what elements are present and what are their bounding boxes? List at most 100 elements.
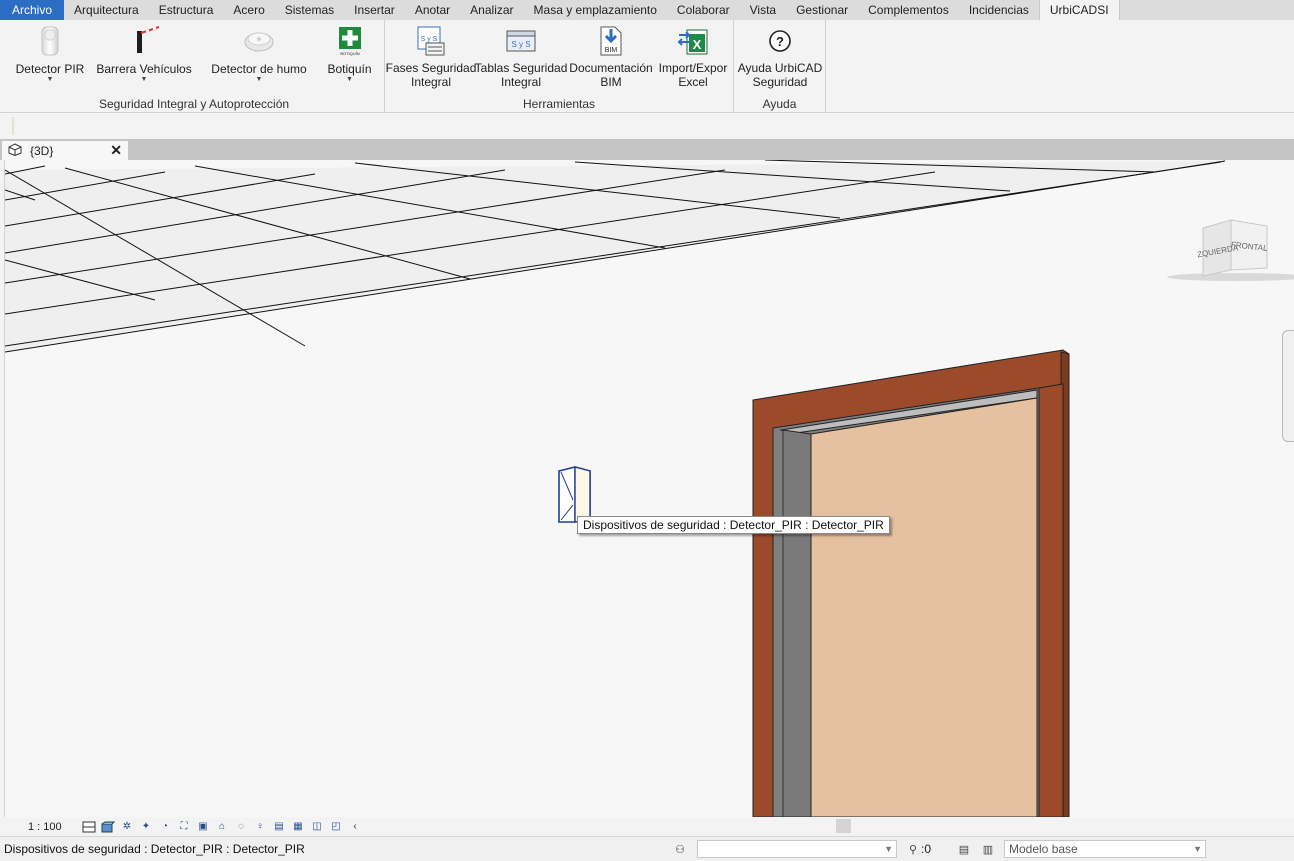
tab-sistemas[interactable]: Sistemas: [275, 0, 344, 20]
panel-title-ayuda: Ayuda: [762, 97, 797, 111]
dropdown-arrow-icon: ▼: [255, 76, 263, 83]
tablas-seguridad-button[interactable]: S y S Tablas Seguridad Integral: [474, 24, 568, 89]
highlight-displacement-icon[interactable]: ◰: [329, 820, 343, 833]
workset-dropdown[interactable]: ▼: [697, 840, 897, 858]
design-options-icon[interactable]: ▤: [956, 841, 972, 857]
detector-humo-button[interactable]: Detector de humo ▼: [204, 24, 314, 84]
crop-view-icon[interactable]: ⛶: [177, 820, 191, 833]
tab-masa-emplazamiento[interactable]: Masa y emplazamiento: [524, 0, 667, 20]
documentacion-bim-label-2: BIM: [600, 75, 622, 89]
show-crop-region-icon[interactable]: ▣: [196, 820, 210, 833]
tab-archivo[interactable]: Archivo: [0, 0, 65, 20]
sys-tables-icon: S y S: [504, 24, 538, 58]
fases-seguridad-button[interactable]: S y S Fases Seguridad Integral: [386, 24, 476, 89]
drawing-area[interactable]: Dispositivos de seguridad : Detector_PIR…: [4, 160, 1294, 817]
fases-seguridad-label-2: Integral: [410, 75, 452, 89]
3d-view-icon: [8, 142, 22, 159]
collapse-bar-icon[interactable]: ‹: [348, 820, 362, 833]
dropdown-arrow-icon: ▼: [46, 76, 54, 83]
tablas-seguridad-label-2: Integral: [500, 75, 542, 89]
tab-incidencias[interactable]: Incidencias: [959, 0, 1039, 20]
filter-count: :0: [921, 842, 932, 856]
botiquin-label: Botiquín: [327, 62, 372, 76]
ayuda-urbicad-label-2: Seguridad: [752, 75, 808, 89]
sun-path-icon[interactable]: ✲: [120, 820, 134, 833]
detector-pir-element[interactable]: [558, 466, 591, 523]
barrera-vehiculos-button[interactable]: Barrera Vehículos ▼: [96, 24, 192, 84]
3d-scene: [5, 160, 1294, 817]
dropdown-arrow-icon: ▼: [140, 76, 148, 83]
panel-title-herramientas: Herramientas: [522, 97, 596, 111]
detector-pir-label: Detector PIR: [15, 62, 85, 76]
svg-text:?: ?: [776, 34, 784, 49]
botiquin-button[interactable]: BOTIQUÍN Botiquín ▼: [322, 24, 377, 84]
tab-colaborar[interactable]: Colaborar: [667, 0, 740, 20]
door[interactable]: [752, 349, 1070, 817]
horizontal-scrollbar[interactable]: [836, 819, 851, 833]
design-option-value: Modelo base: [1009, 842, 1078, 856]
documentacion-bim-label-1: Documentación: [569, 61, 653, 75]
import-export-label-2: Excel: [678, 75, 708, 89]
panel-herramientas: S y S Fases Seguridad Integral S y S Tab…: [385, 20, 734, 113]
tab-anotar[interactable]: Anotar: [405, 0, 460, 20]
tablas-seguridad-label-1: Tablas Seguridad: [474, 61, 568, 75]
pir-sensor-icon: [33, 24, 67, 58]
worksets-icon[interactable]: ⚇: [672, 841, 688, 857]
tab-estructura[interactable]: Estructura: [149, 0, 224, 20]
tab-acero[interactable]: Acero: [223, 0, 274, 20]
view-tab-label: {3D}: [30, 143, 54, 158]
help-question-icon: ?: [763, 24, 797, 58]
barrera-vehiculos-label: Barrera Vehículos: [96, 62, 192, 76]
tab-vista[interactable]: Vista: [740, 0, 786, 20]
sys-icon-text: S y S: [511, 40, 530, 49]
detail-level-icon[interactable]: [82, 820, 96, 833]
view-tab-3d[interactable]: {3D} ✕: [2, 141, 128, 160]
smoke-detector-icon: [242, 24, 276, 58]
navigation-bar[interactable]: [1282, 330, 1294, 442]
dropdown-arrow-icon: ▼: [346, 76, 353, 83]
ayuda-urbicad-button[interactable]: ? Ayuda UrbiCAD Seguridad: [736, 24, 824, 89]
panel-title-seguridad: Seguridad Integral y Autoprotección: [98, 97, 290, 111]
bim-document-icon: BIM: [594, 24, 628, 58]
tab-gestionar[interactable]: Gestionar: [786, 0, 858, 20]
ceiling-grid: [5, 160, 1226, 353]
element-tooltip: Dispositivos de seguridad : Detector_PIR…: [577, 516, 890, 534]
tab-insertar[interactable]: Insertar: [344, 0, 405, 20]
worksharing-icon[interactable]: ▦: [291, 820, 305, 833]
detector-pir-button[interactable]: Detector PIR ▼: [14, 24, 86, 84]
visual-style-icon[interactable]: [101, 820, 115, 833]
ribbon-tab-bar: Archivo Arquitectura Estructura Acero Si…: [0, 0, 1294, 20]
view-control-bar: 1 : 100 ✲ ✦ ◔ ⛶ ▣ ⌂ ◌ ♀ ▤ ▦ ◫ ◰ ‹: [0, 817, 1294, 836]
options-bar: [0, 113, 1294, 139]
exclude-options-icon[interactable]: ▥: [980, 841, 996, 857]
reveal-hidden-icon[interactable]: ♀: [253, 820, 267, 833]
view-scale[interactable]: 1 : 100: [28, 821, 78, 833]
tab-analizar[interactable]: Analizar: [460, 0, 523, 20]
detector-humo-label: Detector de humo: [211, 62, 307, 76]
first-aid-kit-icon: BOTIQUÍN: [333, 24, 367, 58]
temporary-hide-icon[interactable]: ◌: [234, 820, 248, 833]
panel-seguridad: Detector PIR ▼ Barrera Vehículos ▼ Detec…: [4, 20, 385, 113]
import-export-excel-button[interactable]: X Import/Expor Excel: [657, 24, 729, 89]
render-icon[interactable]: ◔: [158, 820, 172, 833]
design-option-dropdown[interactable]: Modelo base ▼: [1004, 840, 1206, 858]
viewcube[interactable]: IZQUIERDA FRONTAL: [1194, 218, 1275, 284]
documentacion-bim-button[interactable]: BIM Documentación BIM: [567, 24, 655, 89]
tab-urbicadsi[interactable]: UrbiCADSI: [1038, 0, 1120, 20]
unlock-3d-view-icon[interactable]: ⌂: [215, 820, 229, 833]
analytical-model-icon[interactable]: ◫: [310, 820, 324, 833]
vehicle-barrier-icon: [127, 24, 161, 58]
tab-complementos[interactable]: Complementos: [858, 0, 959, 20]
temporary-properties-icon[interactable]: ▤: [272, 820, 286, 833]
revit-window: Archivo Arquitectura Estructura Acero Si…: [0, 0, 1294, 861]
filter-icon[interactable]: ⚲: [905, 841, 921, 857]
bim-icon-text: BIM: [605, 47, 618, 54]
panel-ayuda: ? Ayuda UrbiCAD Seguridad Ayuda: [734, 20, 826, 113]
fases-seguridad-label-1: Fases Seguridad: [385, 61, 477, 75]
sys-icon-text: S y S: [421, 36, 438, 43]
close-icon[interactable]: ✕: [110, 142, 122, 159]
status-bar: Dispositivos de seguridad : Detector_PIR…: [0, 836, 1294, 861]
tab-arquitectura[interactable]: Arquitectura: [64, 0, 149, 20]
status-message: Dispositivos de seguridad : Detector_PIR…: [4, 842, 305, 856]
shadows-icon[interactable]: ✦: [139, 820, 153, 833]
